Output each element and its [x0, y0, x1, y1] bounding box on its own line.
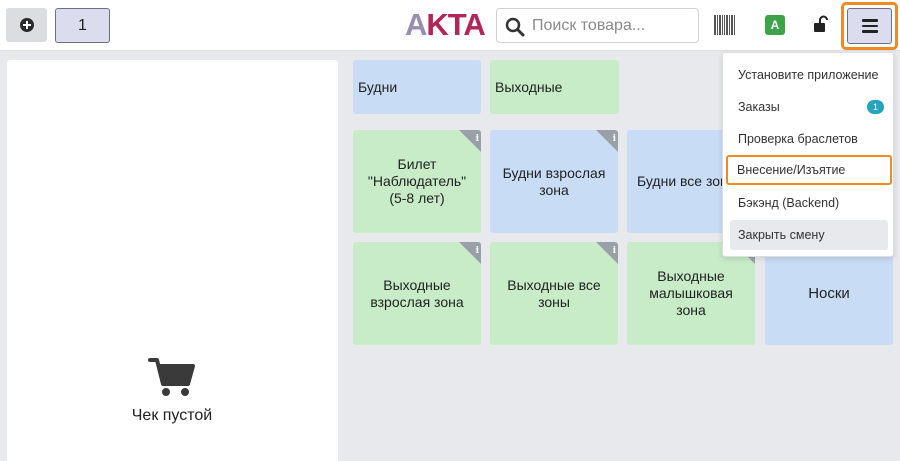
- product-tile-weekend-adult[interactable]: Выходные взрослая зона i: [353, 242, 481, 345]
- product-label: Выходные малышковая зона: [649, 268, 733, 318]
- menu-item-cash-in-out[interactable]: Внесение/Изъятие: [726, 155, 892, 185]
- menu-item-install-app[interactable]: Установите приложение: [730, 60, 888, 90]
- hamburger-icon: [847, 8, 892, 44]
- product-tile-weekend-kids[interactable]: Выходные малышковая зона i: [627, 242, 755, 345]
- search-box[interactable]: [496, 8, 699, 43]
- category-weekdays[interactable]: Будни: [353, 60, 481, 114]
- product-label: Будни взрослая зона: [502, 164, 606, 198]
- plus-circle-icon: [19, 18, 34, 32]
- info-icon[interactable]: i: [476, 243, 479, 260]
- add-order-button[interactable]: [6, 8, 47, 42]
- info-icon[interactable]: i: [613, 243, 616, 260]
- receipt-panel: Чек пустой: [7, 60, 338, 461]
- category-weekends[interactable]: Выходные: [490, 60, 619, 114]
- info-icon[interactable]: i: [476, 131, 479, 148]
- akta-logo: AKTA: [405, 8, 495, 42]
- menu-item-close-shift[interactable]: Закрыть смену: [730, 220, 888, 250]
- top-bar: 1 AKTA A: [0, 0, 900, 51]
- info-icon[interactable]: i: [613, 131, 616, 148]
- menu-item-backend[interactable]: Бэкэнд (Backend): [730, 188, 888, 218]
- shopping-cart-icon: [148, 358, 195, 396]
- search-icon: [505, 17, 525, 37]
- logo-letter-a: A: [405, 7, 427, 42]
- orders-count-badge: 1: [867, 100, 884, 114]
- barcode-icon[interactable]: [714, 15, 736, 35]
- product-label: Носки: [808, 285, 850, 302]
- product-label: Выходные взрослая зона: [370, 276, 464, 310]
- menu-item-orders[interactable]: Заказы 1: [730, 92, 888, 122]
- unlock-icon[interactable]: [813, 15, 829, 33]
- empty-receipt-text: Чек пустой: [131, 407, 213, 424]
- product-tile-weekend-all[interactable]: Выходные все зоны i: [490, 242, 618, 345]
- product-tile-observer[interactable]: Билет "Наблюдатель" (5-8 лет) i: [353, 130, 481, 233]
- main-menu-dropdown: Установите приложение Заказы 1 Проверка …: [722, 52, 894, 257]
- product-tile-socks[interactable]: Носки: [765, 242, 893, 345]
- product-label: Выходные все зоны: [507, 276, 601, 310]
- logo-letters-kta: KTA: [426, 7, 485, 42]
- user-avatar-badge[interactable]: A: [765, 15, 785, 35]
- order-tab-button[interactable]: 1: [55, 8, 110, 43]
- main-menu-button[interactable]: [841, 2, 898, 50]
- menu-item-check-bracelets[interactable]: Проверка браслетов: [730, 124, 888, 154]
- product-tile-weekday-adult[interactable]: Будни взрослая зона i: [490, 130, 618, 233]
- product-label: Билет "Наблюдатель" (5-8 лет): [367, 156, 467, 206]
- search-input[interactable]: [532, 9, 692, 42]
